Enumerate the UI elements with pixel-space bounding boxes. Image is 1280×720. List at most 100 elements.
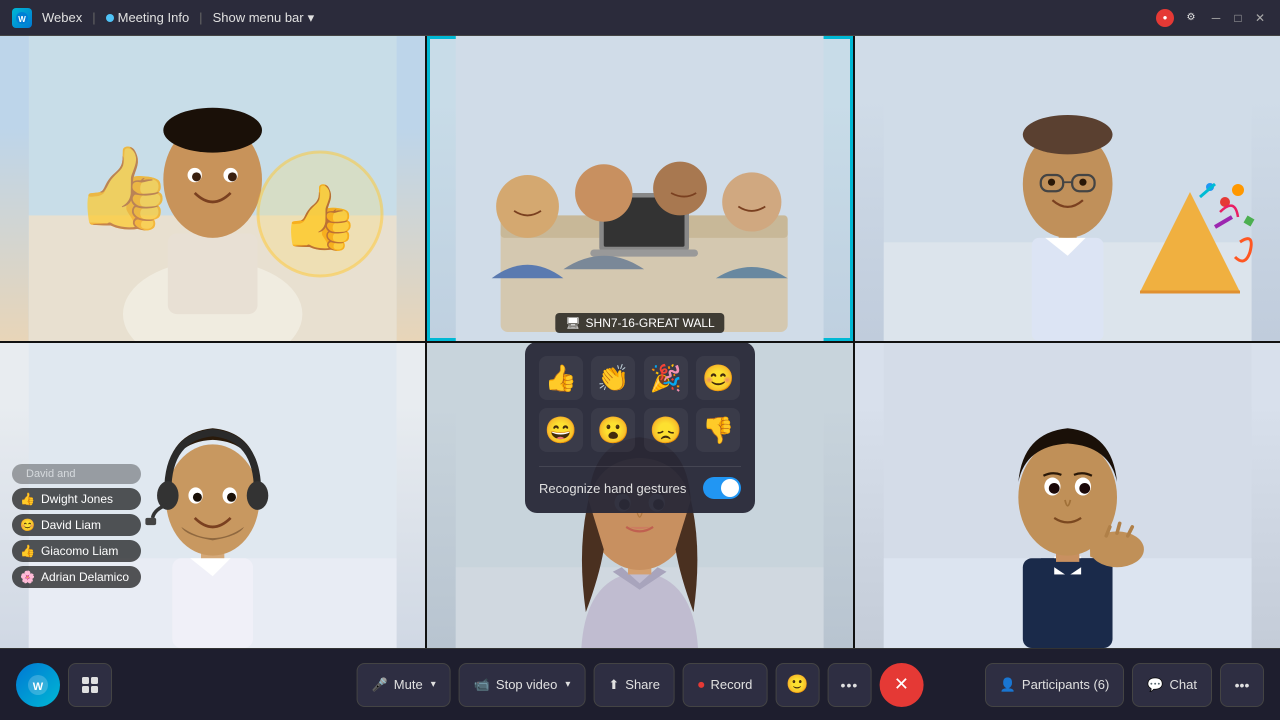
more-button[interactable]: ••• — [827, 663, 871, 707]
record-icon: ⏺ — [698, 677, 705, 693]
apps-button[interactable] — [68, 663, 112, 707]
person-svg-3 — [855, 36, 1280, 341]
minimize-button[interactable]: ─ — [1208, 10, 1224, 26]
participant-label-ghost: David and — [12, 464, 141, 484]
meeting-info-btn[interactable]: Meeting Info — [106, 10, 190, 25]
participant-emoji-adrian: 🌸 — [20, 570, 35, 584]
titlebar-icon-btn[interactable]: ⚙ — [1182, 9, 1200, 27]
video-cell-4: David and 👍 Dwight Jones 😊 David Liam 👍 … — [0, 343, 425, 648]
gesture-toggle[interactable] — [703, 477, 741, 499]
stop-video-button[interactable]: 📹 Stop video ▾ — [459, 663, 586, 707]
participant-name-david: David Liam — [41, 518, 101, 532]
cell-content-5: 👍 👏 🎉 😊 😄 😮 😞 👎 Recognize hand gestures — [427, 343, 852, 648]
toolbar-right: 👤 Participants (6) 💬 Chat ••• — [985, 663, 1264, 707]
titlebar-left: W Webex | Meeting Info | Show menu bar ▾ — [12, 8, 1144, 28]
record-indicator: ● — [1156, 9, 1174, 27]
participant-name-dwight: Dwight Jones — [41, 492, 113, 506]
toolbar-left: W — [16, 663, 112, 707]
emoji-laugh[interactable]: 😄 — [539, 408, 583, 452]
reactions-button[interactable]: 🙂 — [775, 663, 819, 707]
svg-text:W: W — [18, 15, 26, 24]
cell-content-2: 🖥 SHN7-16-GREAT WALL — [427, 36, 852, 341]
gesture-row: Recognize hand gestures — [539, 466, 741, 499]
participant-name-adrian: Adrian Delamico — [41, 570, 129, 584]
toggle-knob — [721, 479, 739, 497]
participant-name-giacomo: Giacomo Liam — [41, 544, 118, 558]
emoji-sad[interactable]: 😞 — [644, 408, 688, 452]
apps-icon — [80, 675, 100, 695]
person-svg-6 — [855, 343, 1280, 648]
cell-content-4: David and 👍 Dwight Jones 😊 David Liam 👍 … — [0, 343, 425, 648]
window-controls: ─ □ ✕ — [1208, 10, 1268, 26]
meeting-info-dot — [106, 14, 114, 22]
participant-name-ghost: David and — [26, 468, 76, 480]
show-menu-btn[interactable]: Show menu bar ▾ — [213, 10, 315, 26]
participant-emoji-giacomo: 👍 — [20, 544, 35, 558]
stop-video-label: Stop video — [496, 677, 557, 692]
video-cell-2: 🖥 SHN7-16-GREAT WALL — [427, 36, 852, 341]
video-cell-5: 👍 👏 🎉 😊 😄 😮 😞 👎 Recognize hand gestures — [427, 343, 852, 648]
participant-label-david: 😊 David Liam — [12, 514, 141, 536]
app-title: Webex — [42, 10, 82, 25]
video-cell-6 — [855, 343, 1280, 648]
titlebar-sep2: | — [199, 10, 202, 25]
participant-label-giacomo: 👍 Giacomo Liam — [12, 540, 141, 562]
screen-share-text: SHN7-16-GREAT WALL — [586, 316, 715, 330]
participants-label: Participants (6) — [1022, 677, 1109, 692]
emoji-smile[interactable]: 😊 — [696, 356, 740, 400]
screen-share-label: 🖥 SHN7-16-GREAT WALL — [555, 313, 724, 333]
titlebar-right: ● ⚙ ─ □ ✕ — [1156, 9, 1268, 27]
end-call-button[interactable]: ✕ — [879, 663, 923, 707]
share-label: Share — [625, 677, 660, 692]
maximize-button[interactable]: □ — [1230, 10, 1246, 26]
show-menu-label: Show menu bar — [213, 10, 304, 25]
cell-content-3 — [855, 36, 1280, 341]
webex-logo-button[interactable]: W — [16, 663, 60, 707]
titlebar-sep: | — [92, 10, 95, 25]
emoji-grid: 👍 👏 🎉 😊 😄 😮 😞 👎 — [539, 356, 741, 452]
reactions-icon: 🙂 — [786, 674, 808, 695]
titlebar: W Webex | Meeting Info | Show menu bar ▾… — [0, 0, 1280, 36]
cell-content-6 — [855, 343, 1280, 648]
svg-text:W: W — [33, 681, 44, 693]
person-svg-1: 👍 — [0, 36, 425, 341]
close-button[interactable]: ✕ — [1252, 10, 1268, 26]
participant-labels: David and 👍 Dwight Jones 😊 David Liam 👍 … — [12, 464, 141, 588]
more-right-button[interactable]: ••• — [1220, 663, 1264, 707]
toolbar: W 🎤 Mute ▾ 📹 Stop video ▾ ⬆ Share — [0, 648, 1280, 720]
emoji-party[interactable]: 🎉 — [644, 356, 688, 400]
mute-chevron-icon: ▾ — [431, 679, 436, 690]
more-icon: ••• — [841, 677, 859, 693]
emoji-reaction-popup: 👍 👏 🎉 😊 😄 😮 😞 👎 Recognize hand gestures — [525, 343, 755, 513]
record-button[interactable]: ⏺ Record — [683, 663, 767, 707]
webex-app-icon: W — [12, 8, 32, 28]
mute-icon: 🎤 — [372, 677, 388, 693]
share-button[interactable]: ⬆ Share — [593, 663, 675, 707]
end-call-icon: ✕ — [894, 674, 909, 695]
video-cell-3 — [855, 36, 1280, 341]
video-icon: 📹 — [474, 677, 490, 693]
participant-emoji-david: 😊 — [20, 518, 35, 532]
svg-text:👍: 👍 — [74, 141, 175, 233]
emoji-surprised[interactable]: 😮 — [591, 408, 635, 452]
emoji-thumbsup[interactable]: 👍 — [539, 356, 583, 400]
more-right-icon: ••• — [1235, 677, 1250, 693]
mute-button[interactable]: 🎤 Mute ▾ — [357, 663, 451, 707]
participants-icon: 👤 — [1000, 677, 1016, 693]
participant-label-adrian: 🌸 Adrian Delamico — [12, 566, 141, 588]
meeting-info-label: Meeting Info — [118, 10, 190, 25]
chat-label: Chat — [1170, 677, 1197, 692]
participants-button[interactable]: 👤 Participants (6) — [985, 663, 1125, 707]
participant-emoji-dwight: 👍 — [20, 492, 35, 506]
mute-label: Mute — [394, 677, 423, 692]
video-grid: 👍 👍 — [0, 36, 1280, 648]
emoji-clap[interactable]: 👏 — [591, 356, 635, 400]
video-cell-1: 👍 👍 — [0, 36, 425, 341]
record-label: Record — [710, 677, 752, 692]
emoji-thumbsdown[interactable]: 👎 — [696, 408, 740, 452]
share-icon: ⬆ — [608, 677, 619, 693]
chat-icon: 💬 — [1147, 677, 1163, 693]
toolbar-center: 🎤 Mute ▾ 📹 Stop video ▾ ⬆ Share ⏺ Record… — [357, 663, 924, 707]
chat-button[interactable]: 💬 Chat — [1132, 663, 1212, 707]
screen-icon: 🖥 — [565, 316, 580, 330]
